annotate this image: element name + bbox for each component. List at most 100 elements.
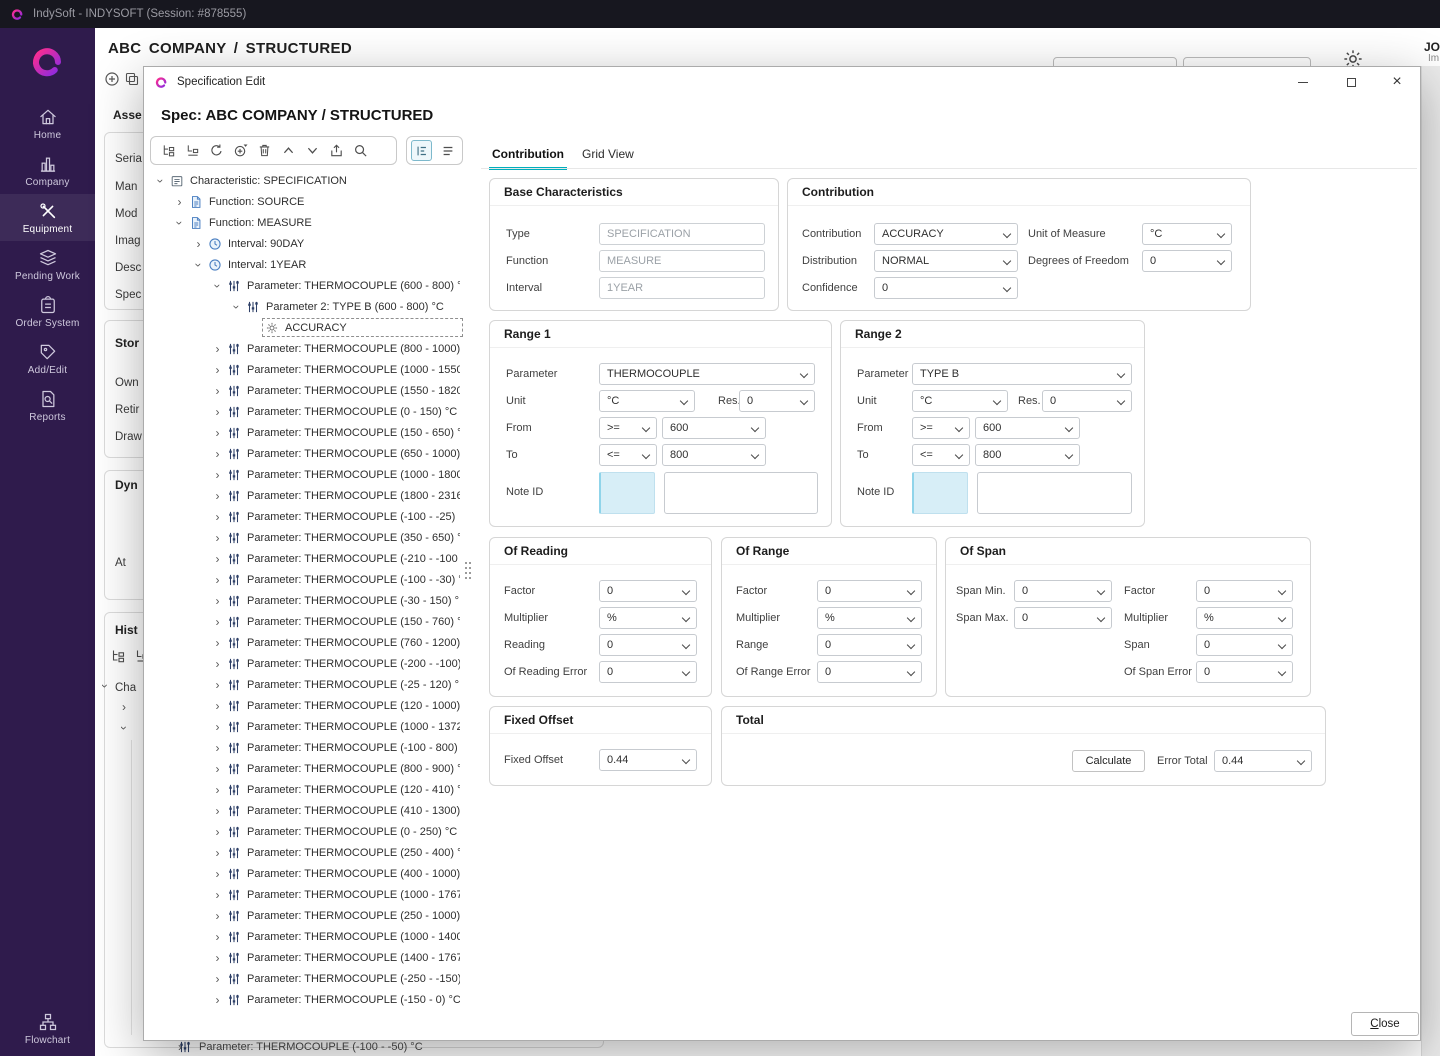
tree-item[interactable]: ›Parameter: THERMOCOUPLE (1550 - 1820 bbox=[150, 380, 463, 401]
of-range-factor-select[interactable]: 0 bbox=[817, 580, 922, 602]
tree-item[interactable]: ›Parameter: THERMOCOUPLE (800 - 1000) bbox=[150, 338, 463, 359]
tree-item[interactable]: ›Parameter: THERMOCOUPLE (1000 - 1800 bbox=[150, 464, 463, 485]
chevron-down-icon[interactable]: › bbox=[99, 684, 111, 688]
chevron-right-icon[interactable]: › bbox=[211, 384, 224, 398]
tree-item[interactable]: ›Parameter: THERMOCOUPLE (1000 - 1550 bbox=[150, 359, 463, 380]
tree-item[interactable]: ›Characteristic: SPECIFICATION bbox=[150, 170, 463, 191]
chevron-right-icon[interactable]: › bbox=[211, 951, 224, 965]
range1-to-value-select[interactable]: 800 bbox=[662, 444, 766, 466]
tree-item[interactable]: ACCURACY bbox=[150, 317, 463, 338]
tree-item[interactable]: ›Parameter: THERMOCOUPLE (-150 - 0) °C bbox=[150, 989, 463, 1010]
chevron-right-icon[interactable]: › bbox=[211, 615, 224, 629]
add-record-icon[interactable] bbox=[104, 71, 120, 87]
tree-item[interactable]: ›Parameter: THERMOCOUPLE (-250 - -150) bbox=[150, 968, 463, 989]
collapse-tree-button[interactable] bbox=[184, 142, 201, 159]
chevron-right-icon[interactable]: › bbox=[211, 741, 224, 755]
tree-item[interactable]: ›Parameter: THERMOCOUPLE (1400 - 1767 bbox=[150, 947, 463, 968]
sidebar-item-reports[interactable]: Reports bbox=[0, 382, 95, 429]
background-tab-assets[interactable]: Asse bbox=[113, 108, 142, 122]
chevron-right-icon[interactable]: › bbox=[173, 195, 186, 209]
tab-grid-view[interactable]: Grid View bbox=[579, 144, 637, 170]
tree-item[interactable]: ›Parameter: THERMOCOUPLE (600 - 800) °C bbox=[150, 275, 463, 296]
tree-item[interactable]: ›Function: SOURCE bbox=[150, 191, 463, 212]
of-reading-reading-select[interactable]: 0 bbox=[599, 634, 697, 656]
sidebar-item-order-system[interactable]: Order System bbox=[0, 288, 95, 335]
range1-from-value-select[interactable]: 600 bbox=[662, 417, 766, 439]
tree-item[interactable]: ›Parameter: THERMOCOUPLE (1000 - 1400 bbox=[150, 926, 463, 947]
chevron-right-icon[interactable]: › bbox=[122, 701, 126, 713]
chevron-right-icon[interactable]: › bbox=[211, 531, 224, 545]
of-reading-of-reading-error-select[interactable]: 0 bbox=[599, 661, 697, 683]
range1-to-operator-select[interactable]: <= bbox=[599, 444, 657, 466]
tree-item[interactable]: ›Interval: 1YEAR bbox=[150, 254, 463, 275]
range1-note-id-input[interactable] bbox=[599, 472, 655, 514]
distribution-select[interactable]: NORMAL bbox=[874, 250, 1018, 272]
minimize-button[interactable] bbox=[1282, 68, 1324, 96]
export-button[interactable] bbox=[328, 142, 345, 159]
range2-to-operator-select[interactable]: <= bbox=[912, 444, 970, 466]
range1-res-select[interactable]: 0 bbox=[739, 390, 815, 412]
range2-to-value-select[interactable]: 800 bbox=[975, 444, 1080, 466]
of-span-span-min-select[interactable]: 0 bbox=[1014, 580, 1112, 602]
range2-parameter-select[interactable]: TYPE B bbox=[912, 363, 1132, 385]
chevron-right-icon[interactable]: › bbox=[211, 762, 224, 776]
range2-from-value-select[interactable]: 600 bbox=[975, 417, 1080, 439]
chevron-right-icon[interactable]: › bbox=[211, 993, 224, 1007]
unit-of-measure-select[interactable]: °C bbox=[1142, 223, 1232, 245]
range1-note-text-input[interactable] bbox=[664, 472, 818, 514]
outline-view-button[interactable] bbox=[411, 140, 432, 161]
chevron-right-icon[interactable]: › bbox=[211, 972, 224, 986]
of-range-range-select[interactable]: 0 bbox=[817, 634, 922, 656]
of-reading-factor-select[interactable]: 0 bbox=[599, 580, 697, 602]
chevron-right-icon[interactable]: › bbox=[211, 888, 224, 902]
chevron-right-icon[interactable]: › bbox=[211, 699, 224, 713]
tree-item[interactable]: ›Parameter: THERMOCOUPLE (150 - 650) ° bbox=[150, 422, 463, 443]
chevron-right-icon[interactable]: › bbox=[211, 909, 224, 923]
range2-unit-select[interactable]: °C bbox=[912, 390, 1008, 412]
sidebar-item-equipment[interactable]: Equipment bbox=[0, 194, 95, 241]
chevron-right-icon[interactable]: › bbox=[192, 237, 205, 251]
move-down-button[interactable] bbox=[304, 142, 321, 159]
tree-item[interactable]: ›Parameter: THERMOCOUPLE (400 - 1000) bbox=[150, 863, 463, 884]
chevron-right-icon[interactable]: › bbox=[211, 636, 224, 650]
chevron-down-icon[interactable]: › bbox=[211, 279, 225, 292]
tree-item[interactable]: ›Parameter: THERMOCOUPLE (0 - 150) °C bbox=[150, 401, 463, 422]
fixed-offset-select[interactable]: 0.44 bbox=[599, 749, 697, 771]
move-up-button[interactable] bbox=[280, 142, 297, 159]
chevron-right-icon[interactable]: › bbox=[211, 447, 224, 461]
chevron-right-icon[interactable]: › bbox=[211, 720, 224, 734]
tree-item[interactable]: ›Parameter: THERMOCOUPLE (150 - 760) ° bbox=[150, 611, 463, 632]
sidebar-item-flowchart[interactable]: Flowchart bbox=[0, 1005, 95, 1052]
chevron-down-icon[interactable]: › bbox=[118, 726, 130, 730]
of-span-span-max-select[interactable]: 0 bbox=[1014, 607, 1112, 629]
tree-item[interactable]: ›Parameter: THERMOCOUPLE (-210 - -100 bbox=[150, 548, 463, 569]
tree-item[interactable]: ›Parameter: THERMOCOUPLE (120 - 410) ° bbox=[150, 779, 463, 800]
confidence-select[interactable]: 0 bbox=[874, 277, 1018, 299]
tree-item[interactable]: ›Parameter 2: TYPE B (600 - 800) °C bbox=[150, 296, 463, 317]
chevron-right-icon[interactable]: › bbox=[211, 489, 224, 503]
interval-input[interactable]: 1YEAR bbox=[599, 277, 765, 299]
maximize-button[interactable] bbox=[1330, 68, 1372, 96]
tree-item[interactable]: ›Parameter: THERMOCOUPLE (-25 - 120) ° bbox=[150, 674, 463, 695]
tab-contribution[interactable]: Contribution bbox=[489, 144, 567, 170]
refresh-button[interactable] bbox=[208, 142, 225, 159]
tree-item[interactable]: ›Parameter: THERMOCOUPLE (-100 - -30) ° bbox=[150, 569, 463, 590]
tree-item[interactable]: ›Parameter: THERMOCOUPLE (1000 - 1372 bbox=[150, 716, 463, 737]
tree-item[interactable]: ›Parameter: THERMOCOUPLE (1000 - 1767 bbox=[150, 884, 463, 905]
chevron-right-icon[interactable]: › bbox=[211, 846, 224, 860]
tree-item[interactable]: ›Parameter: THERMOCOUPLE (-100 - 800) bbox=[150, 737, 463, 758]
of-span-multiplier-select[interactable]: % bbox=[1196, 607, 1293, 629]
range1-parameter-select[interactable]: THERMOCOUPLE bbox=[599, 363, 815, 385]
search-button[interactable] bbox=[352, 142, 369, 159]
chevron-right-icon[interactable]: › bbox=[211, 867, 224, 881]
chevron-right-icon[interactable]: › bbox=[211, 783, 224, 797]
range2-note-id-input[interactable] bbox=[912, 472, 968, 514]
of-range-multiplier-select[interactable]: % bbox=[817, 607, 922, 629]
type-input[interactable]: SPECIFICATION bbox=[599, 223, 765, 245]
contribution-select[interactable]: ACCURACY bbox=[874, 223, 1018, 245]
chevron-right-icon[interactable]: › bbox=[211, 573, 224, 587]
sidebar-item-pending-work[interactable]: Pending Work bbox=[0, 241, 95, 288]
chevron-right-icon[interactable]: › bbox=[211, 930, 224, 944]
tree-item[interactable]: ›Parameter: THERMOCOUPLE (0 - 250) °C bbox=[150, 821, 463, 842]
of-span-factor-select[interactable]: 0 bbox=[1196, 580, 1293, 602]
